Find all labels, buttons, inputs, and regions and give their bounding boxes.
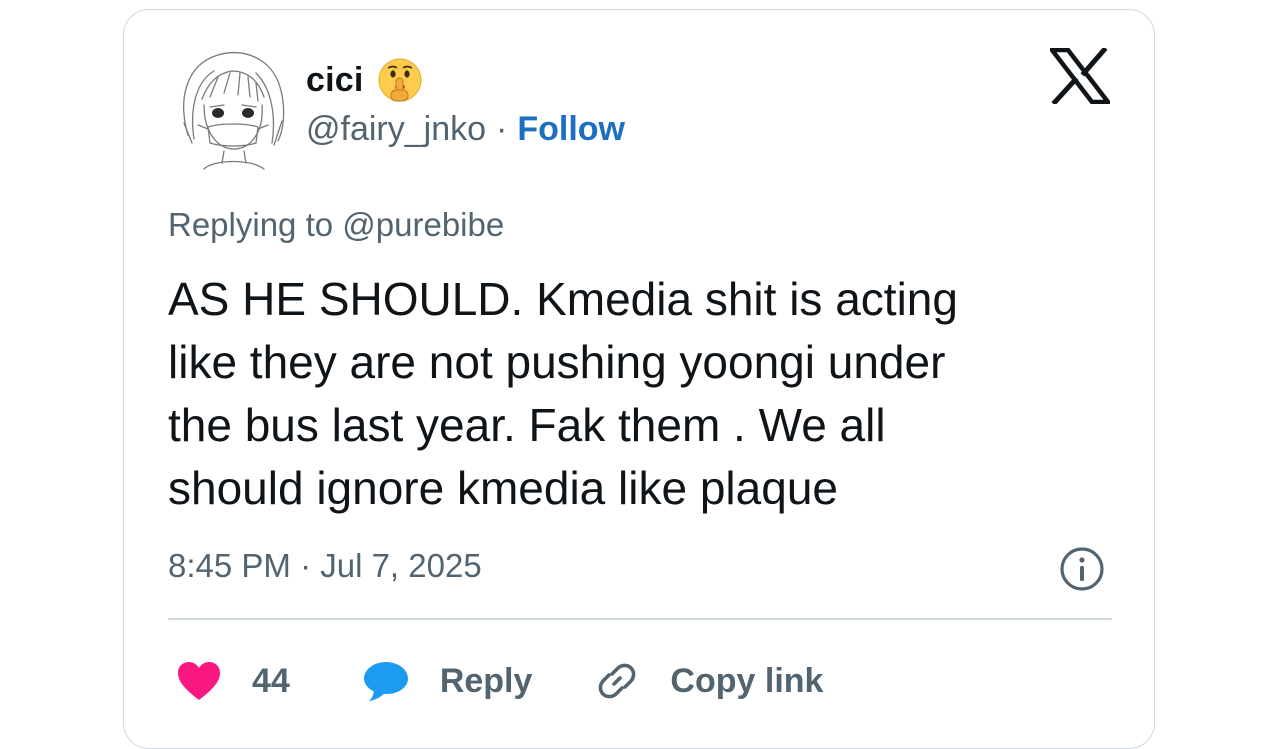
tweet-text-line: the bus last year. Fak them . We all — [168, 399, 886, 451]
tweet-text: AS HE SHOULD. Kmedia shit is acting like… — [168, 268, 1088, 520]
x-logo-icon[interactable] — [1047, 46, 1113, 106]
avatar-drawing — [182, 51, 285, 170]
handle-row: @fairy_jnko · Follow — [306, 110, 625, 149]
display-name[interactable]: cici — [306, 61, 364, 100]
reply-button[interactable]: Reply — [362, 659, 533, 703]
tweet-text-line: AS HE SHOULD. Kmedia shit is acting — [168, 273, 958, 325]
avatar[interactable] — [174, 43, 292, 171]
replying-to-label: Replying to @purebibe — [168, 206, 505, 243]
like-button[interactable]: 44 — [176, 660, 290, 702]
author-handle[interactable]: @fairy_jnko — [306, 110, 486, 149]
shushing-face-emoji-icon — [376, 56, 424, 104]
tweet-text-line: like they are not pushing yoongi under — [168, 336, 946, 388]
action-bar: 44 Reply Copy link — [176, 658, 823, 704]
tweet-text-line: should ignore kmedia like plaque — [168, 462, 838, 514]
author-name-row: cici — [306, 56, 424, 104]
info-icon[interactable] — [1058, 545, 1106, 593]
tweet-timestamp[interactable]: 8:45 PM · Jul 7, 2025 — [168, 547, 482, 585]
speech-bubble-icon — [363, 662, 408, 701]
copy-link-button[interactable]: Copy link — [594, 658, 823, 704]
heart-icon — [178, 662, 220, 700]
tweet-embed-card: cici @fairy_jnko · Follow Replying to @p… — [123, 9, 1155, 749]
copy-link-label: Copy link — [670, 661, 824, 700]
reply-label: Reply — [439, 661, 533, 700]
link-icon — [599, 663, 636, 699]
like-count: 44 — [252, 661, 290, 700]
separator-dot: · — [496, 110, 508, 148]
follow-link[interactable]: Follow — [517, 110, 625, 149]
divider — [168, 618, 1112, 620]
